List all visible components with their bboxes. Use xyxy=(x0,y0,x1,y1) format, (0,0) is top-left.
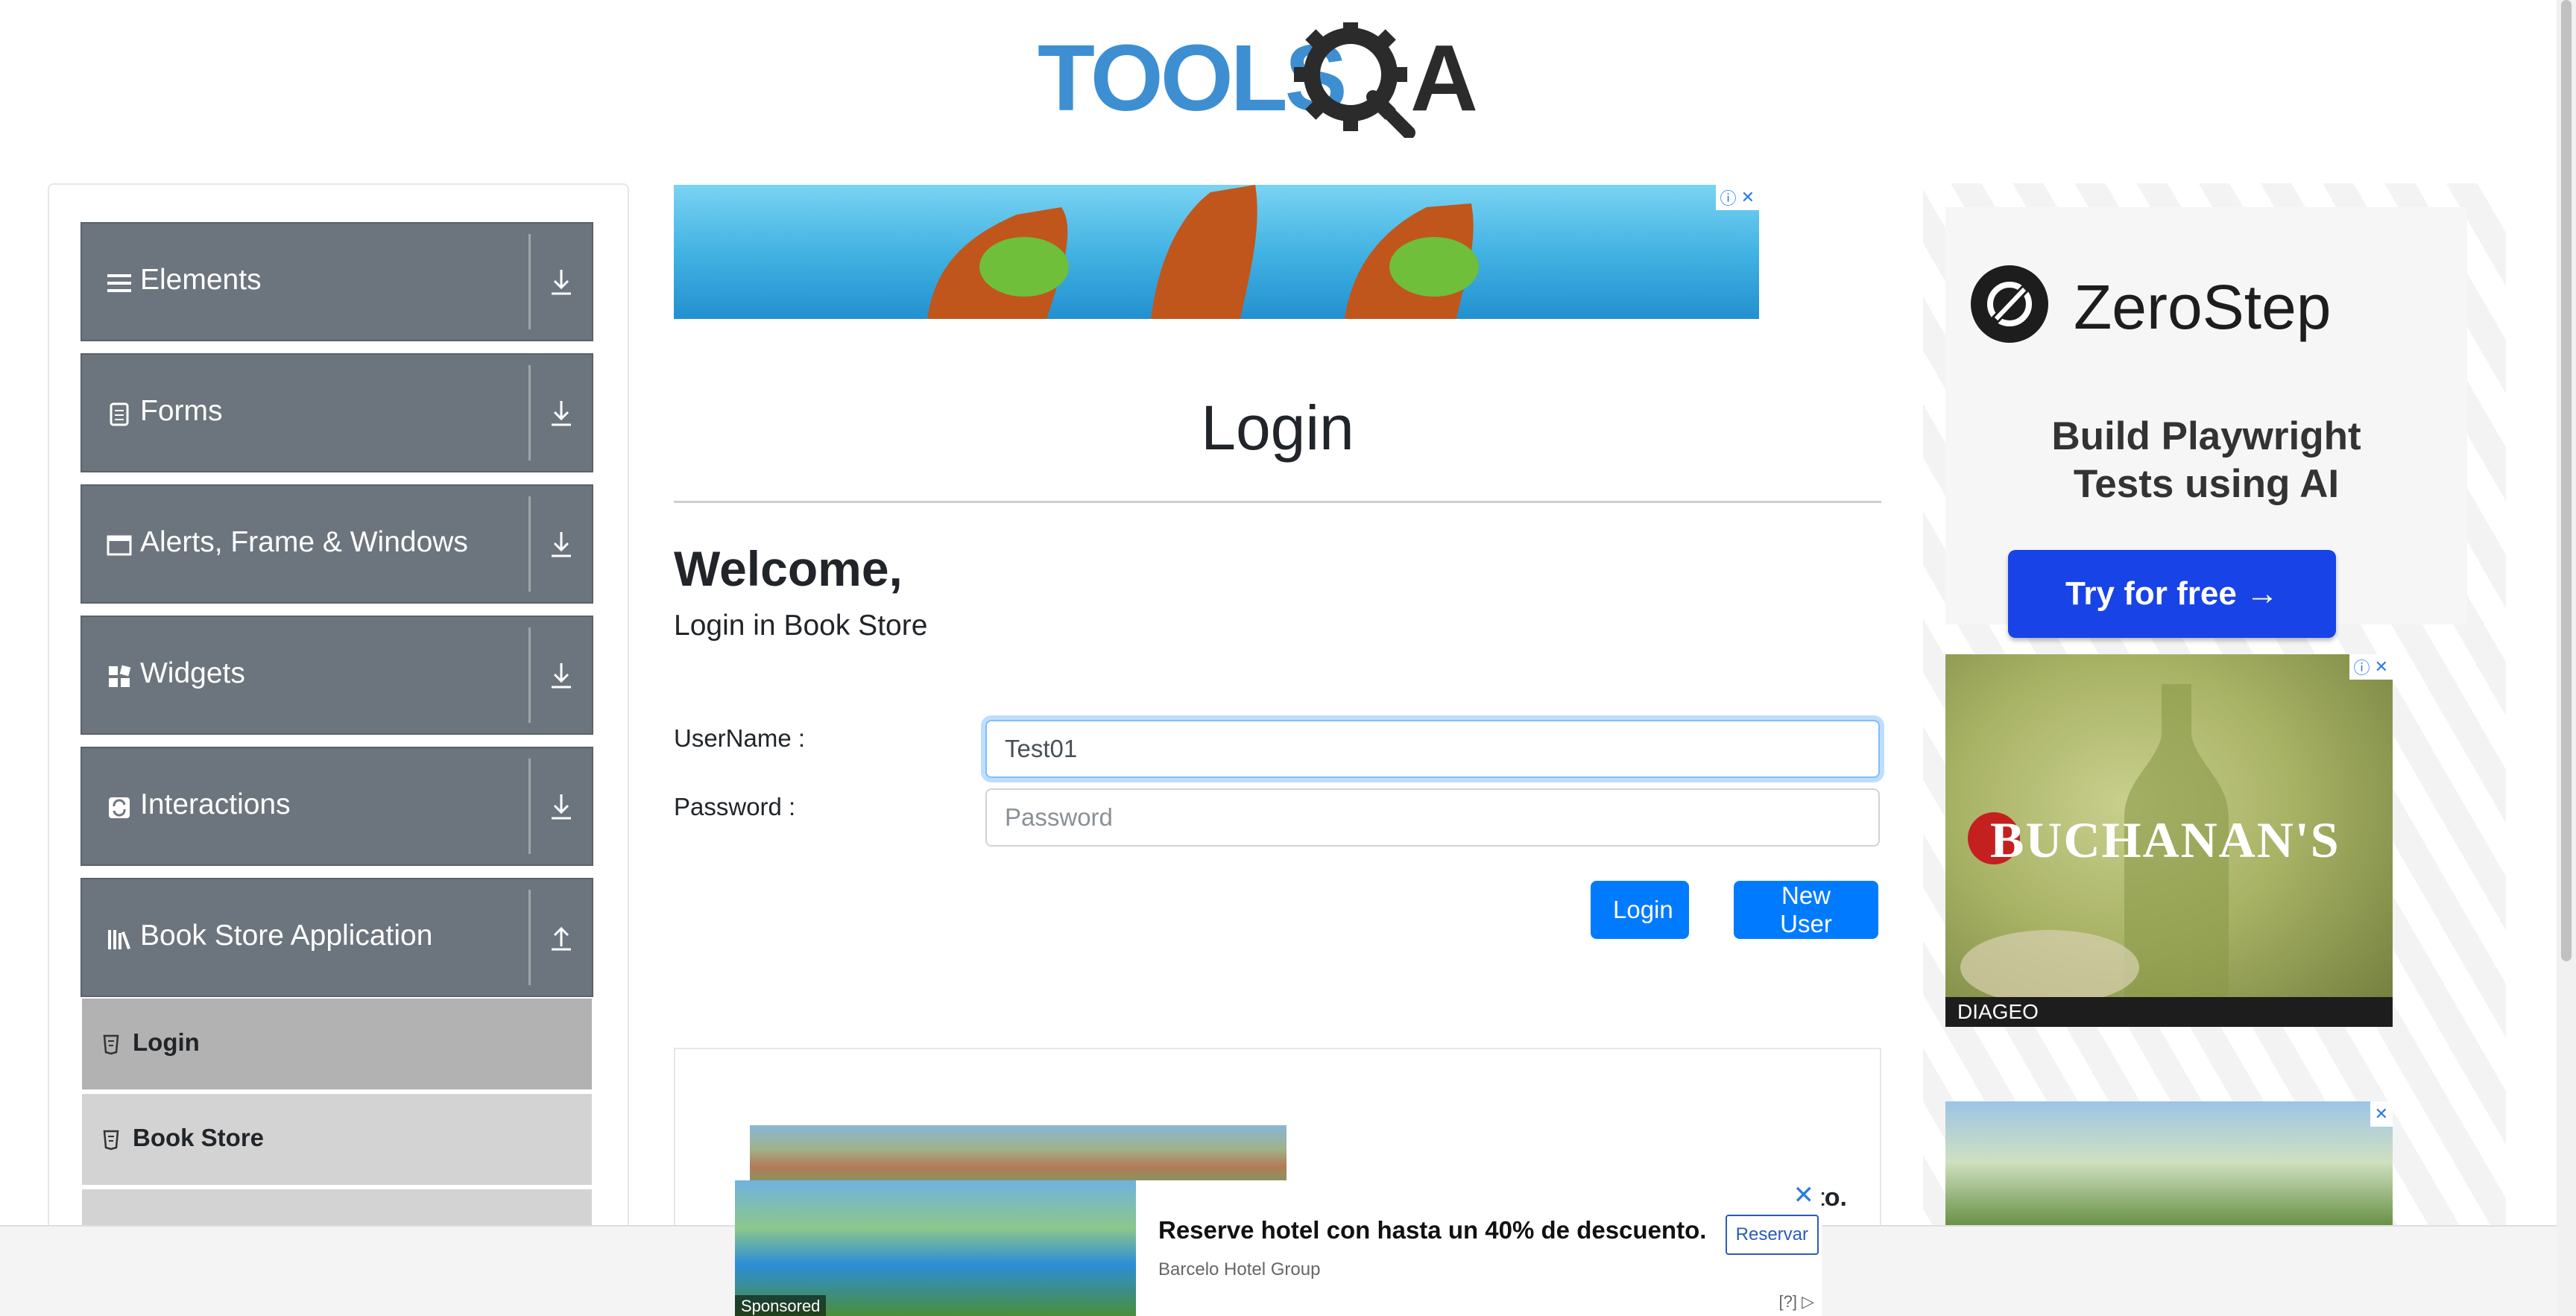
widgets-icon xyxy=(109,665,131,687)
menu-group-widgets[interactable]: Widgets xyxy=(80,616,593,735)
headline-line: Build Playwright xyxy=(2051,414,2361,458)
ad-controls[interactable]: ⓘ ✕ xyxy=(1715,185,1759,210)
divider xyxy=(674,501,1881,503)
interaction-icon xyxy=(109,797,130,818)
username-input[interactable] xyxy=(985,720,1880,778)
menu-group-label: Alerts, Frame & Windows xyxy=(140,526,468,558)
buchanans-ad[interactable]: BUCHANAN'S DIAGEO ⓘ ✕ xyxy=(1945,654,2393,1027)
login-subtitle: Login in Book Store xyxy=(674,610,928,642)
html5-icon xyxy=(103,1130,119,1151)
left-menu: Elements Forms Alerts, Frame & Windows W… xyxy=(48,183,629,1316)
submenu-item-book-store[interactable]: Book Store xyxy=(82,1094,592,1186)
expand-button[interactable] xyxy=(531,224,592,340)
html5-icon xyxy=(103,1034,119,1055)
ad-title: Reserve hotel con hasta un 40% de descue… xyxy=(1158,1216,1707,1244)
download-arrow-icon xyxy=(552,794,571,820)
zerostep-brand: ZeroStep xyxy=(2074,272,2332,342)
scrollbar-thumb[interactable] xyxy=(2561,0,2572,961)
upload-arrow-icon xyxy=(552,926,571,951)
submenu-item-login[interactable]: Login xyxy=(82,999,592,1091)
close-icon[interactable]: ✕ xyxy=(1793,1180,1815,1210)
sponsored-label: Sponsored xyxy=(735,1295,827,1316)
ad-controls[interactable]: ⓘ ✕ xyxy=(2349,654,2393,680)
toolsqa-logo[interactable]: TOOLS A xyxy=(1038,18,1522,139)
menu-group-book-store-application[interactable]: Book Store Application xyxy=(80,878,593,997)
expand-button[interactable] xyxy=(531,617,592,733)
document-icon xyxy=(110,402,129,426)
svg-text:A: A xyxy=(1410,25,1478,130)
download-arrow-icon xyxy=(552,401,571,426)
ad-advertiser: Barcelo Hotel Group xyxy=(1158,1259,1321,1279)
expand-button[interactable] xyxy=(531,748,592,864)
password-input[interactable] xyxy=(985,788,1880,847)
expand-button[interactable] xyxy=(531,486,592,602)
download-arrow-icon xyxy=(552,532,571,557)
close-icon[interactable]: ✕ xyxy=(2375,1104,2388,1124)
books-icon xyxy=(108,930,130,949)
login-button[interactable]: Login xyxy=(1591,881,1689,939)
page-title: Login xyxy=(1201,393,1354,463)
menu-group-alerts-frame-windows[interactable]: Alerts, Frame & Windows xyxy=(80,484,593,604)
menu-icon xyxy=(107,274,131,292)
close-icon[interactable]: ✕ xyxy=(1741,188,1755,207)
username-label: UserName : xyxy=(674,724,806,752)
right-ad-column: ZeroStep Build Playwright Tests using AI… xyxy=(1923,183,2506,1316)
zerostep-logo-icon xyxy=(1971,265,2048,343)
menu-group-label: Book Store Application xyxy=(140,920,433,952)
download-arrow-icon xyxy=(552,663,571,689)
menu-group-label: Elements xyxy=(140,264,262,296)
menu-group-forms[interactable]: Forms xyxy=(80,353,593,472)
zerostep-headline: Build Playwright Tests using AI xyxy=(1945,413,2467,508)
menu-group-label: Interactions xyxy=(140,788,291,820)
page-scrollbar[interactable] xyxy=(2557,0,2576,1316)
menu-group-interactions[interactable]: Interactions xyxy=(80,747,593,866)
expand-button[interactable] xyxy=(531,355,592,471)
info-text[interactable]: [?] xyxy=(1778,1292,1796,1311)
buchanans-brand: BUCHANAN'S xyxy=(1990,812,2340,868)
resort-image xyxy=(750,1125,1287,1185)
ad-controls[interactable]: ✕ xyxy=(2370,1101,2393,1127)
try-for-free-button[interactable]: Try for free → xyxy=(2008,550,2336,638)
welcome-heading: Welcome, xyxy=(674,541,903,596)
submenu-label: Book Store xyxy=(133,1124,265,1151)
diageo-brand: DIAGEO xyxy=(1957,1000,2039,1023)
reservar-button[interactable]: Reservar xyxy=(1725,1215,1819,1255)
menu-group-label: Forms xyxy=(140,395,223,427)
menu-group-elements[interactable]: Elements xyxy=(80,222,593,341)
new-user-button[interactable]: New User xyxy=(1734,881,1878,939)
ad-footer: DIAGEO xyxy=(1945,997,2393,1027)
adchoices-icon[interactable]: ⓘ xyxy=(1720,186,1737,209)
top-banner-ad[interactable]: ⓘ ✕ xyxy=(674,185,1759,319)
drink-bottles-image xyxy=(927,185,1479,319)
collapse-button[interactable] xyxy=(531,879,592,996)
adchoices-icon[interactable]: ⓘ xyxy=(2354,655,2370,679)
close-icon[interactable]: ✕ xyxy=(2375,657,2388,677)
download-arrow-icon xyxy=(552,270,571,295)
password-label: Password : xyxy=(674,793,796,820)
headline-line: Tests using AI xyxy=(2073,462,2340,506)
bottom-ad-card[interactable]: ✕ Reserve hotel con hasta un 40% de desc… xyxy=(1136,1180,1822,1316)
submenu-label: Login xyxy=(133,1028,200,1056)
ad-info[interactable]: [?] ▷ xyxy=(1778,1292,1814,1312)
zerostep-ad[interactable]: ZeroStep Build Playwright Tests using AI… xyxy=(1945,207,2467,638)
menu-group-label: Widgets xyxy=(140,657,245,689)
adchoices-icon[interactable]: ▷ xyxy=(1802,1292,1814,1311)
window-icon xyxy=(107,535,132,556)
